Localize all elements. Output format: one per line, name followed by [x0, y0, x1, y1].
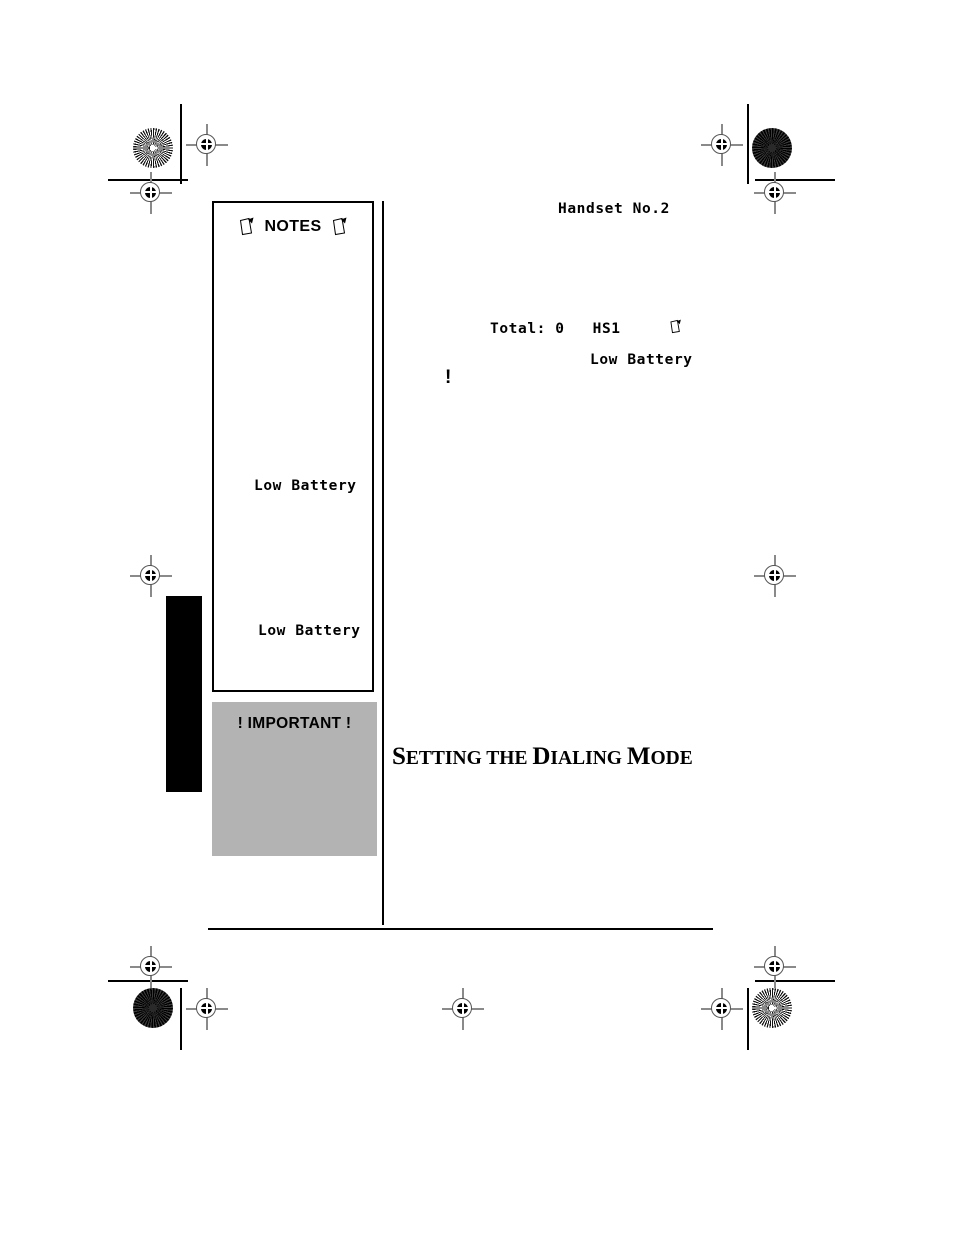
star-target-icon [133, 988, 173, 1028]
important-panel: ! IMPORTANT ! [212, 702, 377, 856]
section-heading-rest-mode: ODE [650, 748, 693, 769]
star-target-icon [752, 128, 792, 168]
section-heading-rest-dialing: IALING [550, 748, 622, 769]
crop-mark-top-right-vertical [747, 104, 749, 184]
registration-crosshair-icon [754, 172, 796, 214]
note-pencil-icon [669, 319, 682, 334]
registration-crosshair-icon [186, 988, 228, 1030]
note-pencil-icon [238, 217, 255, 236]
registration-crosshair-icon [186, 124, 228, 166]
note-pencil-icon [331, 217, 348, 236]
notes-panel: NOTES Low Battery Low Battery [212, 201, 374, 692]
black-tab-bleed-marker [166, 596, 202, 792]
crop-mark-bottom-left-vertical [180, 988, 182, 1050]
footer-rule [208, 928, 713, 931]
registration-crosshair-icon [754, 555, 796, 597]
display-line-low-battery: Low Battery [590, 352, 693, 368]
star-target-icon [133, 128, 173, 168]
registration-crosshair-icon [130, 555, 172, 597]
notes-entry-low-battery-1: Low Battery [254, 478, 357, 494]
display-line-handset-no: Handset No.2 [558, 201, 670, 217]
notes-panel-title: NOTES [264, 217, 322, 235]
registration-crosshair-icon [442, 988, 484, 1030]
registration-crosshair-icon [754, 946, 796, 988]
section-heading-rest-setting: ETTING [405, 748, 482, 769]
section-heading: SETTING THE DIALING MODE [392, 743, 693, 771]
registration-crosshair-icon [701, 124, 743, 166]
section-heading-cap-s: S [392, 743, 406, 770]
crop-mark-top-left-vertical [180, 104, 182, 184]
section-heading-cap-d: D [532, 743, 551, 770]
registration-crosshair-icon [130, 946, 172, 988]
section-heading-cap-m: M [626, 743, 651, 770]
column-divider-rule [382, 201, 385, 925]
display-line-total-hs1: Total: 0 HS1 [490, 321, 621, 337]
manual-page: NOTES Low Battery Low Battery ! IMPORTAN… [0, 0, 954, 1235]
exclamation-marker: ! [445, 367, 452, 388]
notes-panel-header: NOTES [214, 217, 372, 236]
registration-crosshair-icon [701, 988, 743, 1030]
section-heading-the: THE [486, 748, 528, 769]
crop-mark-bottom-right-vertical [747, 988, 749, 1050]
star-target-icon [752, 988, 792, 1028]
important-panel-title: ! IMPORTANT ! [237, 715, 352, 732]
notes-entry-low-battery-2: Low Battery [258, 623, 361, 639]
registration-crosshair-icon [130, 172, 172, 214]
